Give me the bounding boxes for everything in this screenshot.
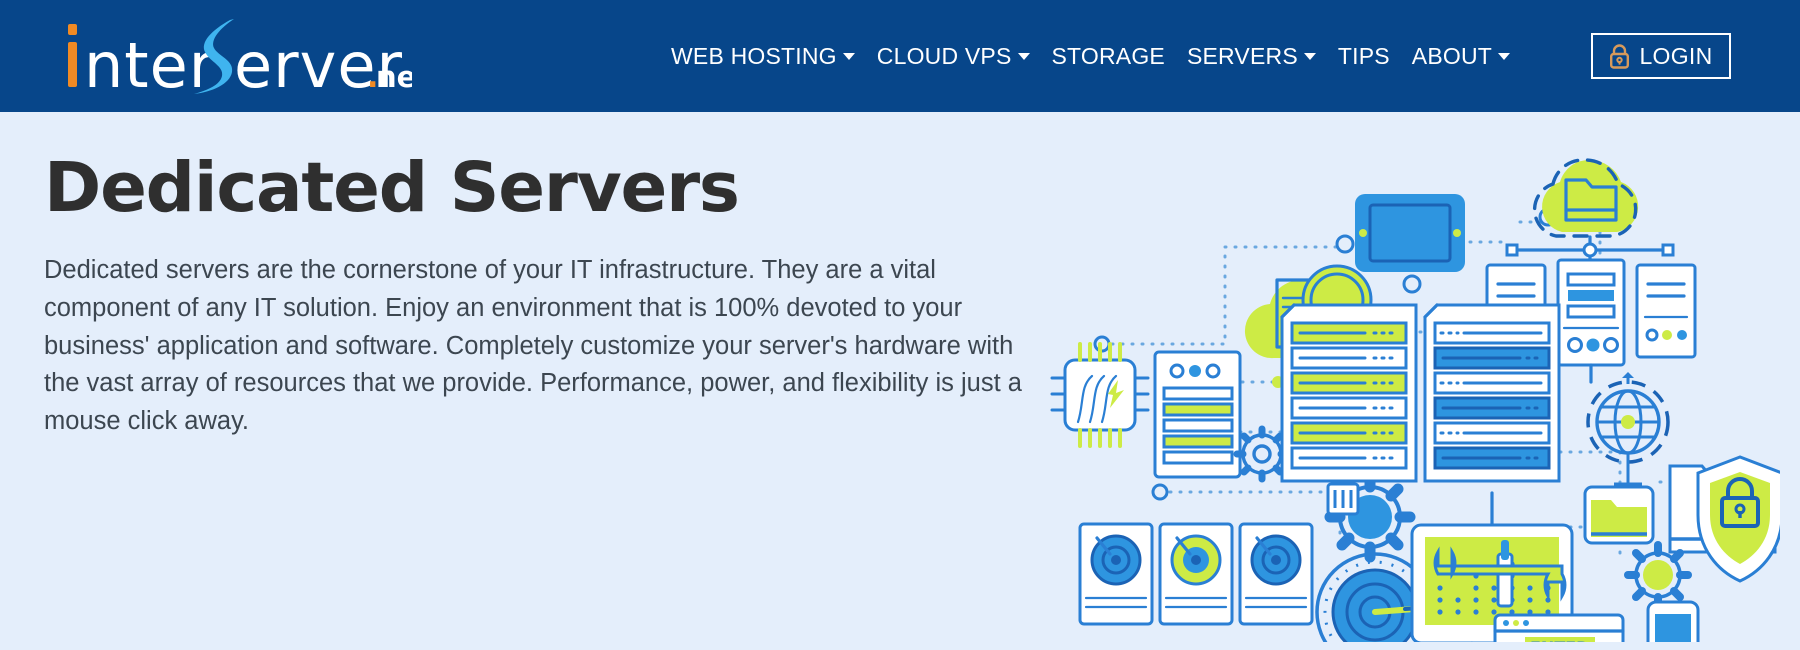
hero-text-block: Dedicated Servers Dedicated servers are … (44, 152, 1054, 440)
server-tower-center (1556, 258, 1626, 384)
svg-text:net: net (376, 60, 412, 94)
chevron-down-icon (1498, 52, 1511, 60)
datacenter-illustration-svg: .ln { fill:none; stroke:#2a7fd4; stroke-… (1050, 158, 1780, 642)
server-rack-right (1423, 303, 1561, 527)
hard-drive-group (1078, 522, 1314, 626)
hero-description: Dedicated servers are the cornerstone of… (44, 256, 1022, 435)
gear-small-icon (1233, 425, 1291, 483)
chevron-down-icon (1017, 52, 1030, 60)
chevron-down-icon (842, 52, 855, 60)
tablet-icon (1355, 194, 1465, 272)
gear-lime-icon (1624, 541, 1692, 609)
hard-drive-2 (1158, 522, 1234, 626)
main-navigation: WEB HOSTING CLOUD VPS STORAGE SERVERS TI… (660, 0, 1521, 112)
nav-label: TIPS (1337, 42, 1390, 69)
site-header: nter erver . net WEB HOSTING CLOUD VPS S… (0, 0, 1800, 112)
login-label: LOGIN (1639, 42, 1713, 69)
datacenter-illustration: .ln { fill:none; stroke:#2a7fd4; stroke-… (1040, 132, 1780, 642)
page-title: Dedicated Servers (44, 148, 740, 228)
nav-label: ABOUT (1411, 42, 1493, 69)
hard-drive-3 (1238, 522, 1314, 626)
padlock-icon (1610, 43, 1630, 69)
hero-section: Dedicated Servers Dedicated servers are … (0, 112, 1800, 650)
enter-label: ENTER (1530, 638, 1588, 642)
interserver-logo[interactable]: nter erver . net (62, 12, 412, 96)
login-button[interactable]: LOGIN (1591, 33, 1731, 79)
hard-drive-1 (1078, 522, 1154, 626)
svg-text:nter: nter (84, 29, 215, 94)
chevron-down-icon (1303, 52, 1316, 60)
nav-label: STORAGE (1051, 42, 1165, 69)
server-unit-left (1153, 350, 1242, 479)
folder-lime-icon (1583, 485, 1655, 545)
server-rack-left (1280, 303, 1418, 483)
cpu-chip-icon (1050, 342, 1150, 448)
nav-label: SERVERS (1186, 42, 1298, 69)
login-form-widget: ENTER (1493, 613, 1625, 642)
nav-item-servers[interactable]: SERVERS (1176, 37, 1327, 76)
nav-label: WEB HOSTING (671, 42, 837, 69)
globe-icon (1586, 372, 1670, 486)
logo-wordmark: nter erver . net (68, 19, 412, 94)
misc-box-icon (1326, 482, 1360, 516)
nav-item-web-hosting[interactable]: WEB HOSTING (660, 37, 866, 76)
server-tower-right (1635, 263, 1697, 359)
nav-item-about[interactable]: ABOUT (1401, 37, 1521, 76)
smartphone-icon (1646, 600, 1700, 642)
nav-item-tips[interactable]: TIPS (1327, 37, 1401, 76)
cloud-storage-icon (1532, 158, 1639, 238)
nav-item-storage[interactable]: STORAGE (1041, 37, 1176, 76)
shield-lock-icon (1696, 455, 1780, 583)
nav-item-cloud-vps[interactable]: CLOUD VPS (866, 37, 1041, 76)
nav-label: CLOUD VPS (876, 42, 1012, 69)
